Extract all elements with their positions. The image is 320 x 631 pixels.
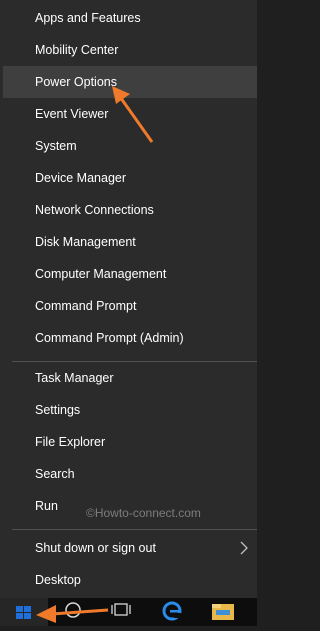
start-button[interactable] bbox=[0, 598, 48, 626]
file-explorer-button[interactable] bbox=[205, 598, 241, 626]
menu-item-apps-and-features[interactable]: Apps and Features bbox=[3, 2, 257, 34]
task-view-button[interactable] bbox=[103, 598, 139, 626]
chevron-right-icon bbox=[240, 541, 248, 555]
file-explorer-icon bbox=[212, 604, 234, 620]
menu-item-task-manager[interactable]: Task Manager bbox=[3, 362, 257, 394]
menu-item-command-prompt[interactable]: Command Prompt bbox=[3, 290, 257, 322]
menu-item-search[interactable]: Search bbox=[3, 458, 257, 490]
edge-icon bbox=[162, 601, 182, 621]
menu-item-disk-management[interactable]: Disk Management bbox=[3, 226, 257, 258]
menu-item-shut-down-or-sign-out[interactable]: Shut down or sign out bbox=[3, 532, 257, 564]
menu-item-mobility-center[interactable]: Mobility Center bbox=[3, 34, 257, 66]
menu-item-device-manager[interactable]: Device Manager bbox=[3, 162, 257, 194]
search-button[interactable] bbox=[55, 598, 91, 626]
menu-item-event-viewer[interactable]: Event Viewer bbox=[3, 98, 257, 130]
menu-item-computer-management[interactable]: Computer Management bbox=[3, 258, 257, 290]
watermark-text: ©Howto-connect.com bbox=[86, 506, 201, 520]
search-circle-icon bbox=[65, 602, 81, 618]
menu-separator bbox=[12, 529, 257, 530]
menu-item-power-options[interactable]: Power Options bbox=[3, 66, 257, 98]
edge-button[interactable] bbox=[154, 598, 190, 626]
menu-item-label: Shut down or sign out bbox=[35, 541, 156, 555]
menu-item-settings[interactable]: Settings bbox=[3, 394, 257, 426]
power-user-menu: Apps and Features Mobility Center Power … bbox=[0, 0, 257, 598]
menu-item-desktop[interactable]: Desktop bbox=[3, 564, 257, 596]
windows-logo-icon bbox=[16, 606, 31, 619]
menu-item-file-explorer[interactable]: File Explorer bbox=[3, 426, 257, 458]
taskbar bbox=[0, 598, 257, 626]
menu-item-system[interactable]: System bbox=[3, 130, 257, 162]
task-view-icon bbox=[111, 603, 131, 616]
menu-item-network-connections[interactable]: Network Connections bbox=[3, 194, 257, 226]
menu-item-command-prompt-admin[interactable]: Command Prompt (Admin) bbox=[3, 322, 257, 354]
